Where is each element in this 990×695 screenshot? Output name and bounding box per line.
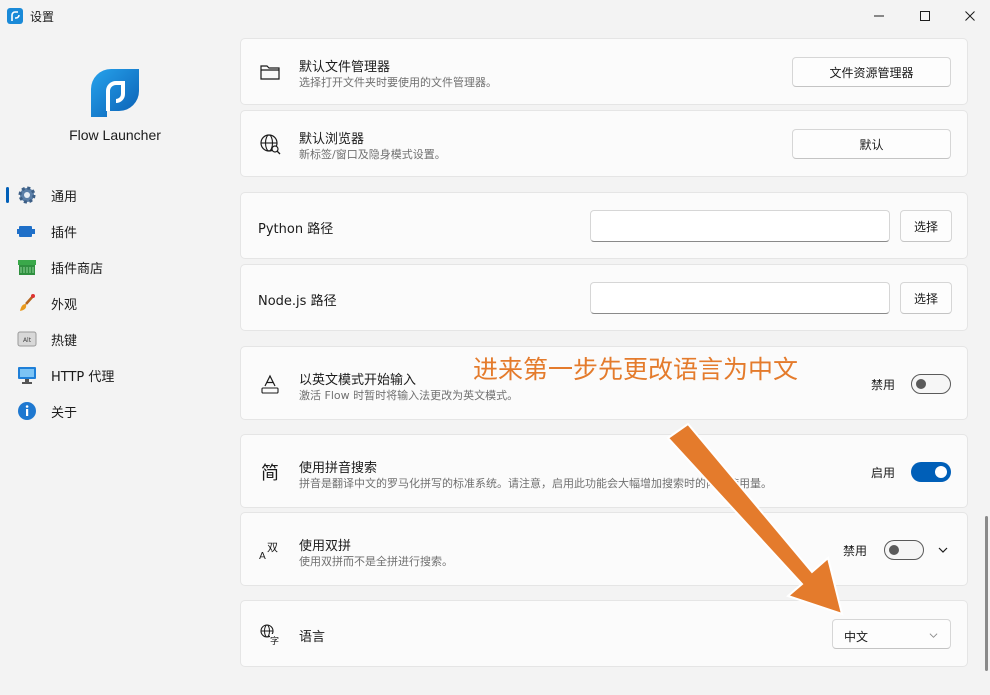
python-path-input[interactable] bbox=[590, 210, 890, 242]
setting-title: 使用拼音搜索 bbox=[299, 461, 378, 476]
close-button[interactable] bbox=[947, 0, 990, 32]
chevron-down-icon[interactable] bbox=[937, 544, 949, 556]
annotation-text: 进来第一步先更改语言为中文 bbox=[473, 355, 799, 384]
sidebar-nav: 通用 插件 插件商店 外观 Alt 热键 HTTP 代理 关于 bbox=[0, 177, 230, 429]
english-mode-toggle[interactable] bbox=[911, 374, 951, 394]
jian-char-icon: 简 bbox=[261, 463, 279, 484]
flow-launcher-logo-icon bbox=[91, 69, 139, 117]
nodejs-path-input[interactable] bbox=[590, 282, 890, 314]
nav-item-about[interactable]: 关于 bbox=[0, 393, 230, 429]
nav-label: 插件商店 bbox=[51, 261, 104, 277]
keyboard-icon: Alt bbox=[17, 329, 37, 349]
setting-label: Python 路径 bbox=[258, 222, 334, 237]
double-pinyin-toggle[interactable] bbox=[884, 540, 924, 560]
minimize-icon bbox=[874, 15, 884, 17]
nav-item-http-proxy[interactable]: HTTP 代理 bbox=[0, 357, 230, 393]
maximize-icon bbox=[920, 11, 930, 21]
globe-icon bbox=[259, 133, 281, 155]
setting-python-path: Python 路径 选择 bbox=[240, 192, 968, 259]
setting-default-browser: 默认浏览器 新标签/窗口及隐身模式设置。 默认 bbox=[240, 110, 968, 177]
setting-title: 以英文模式开始输入 bbox=[299, 373, 417, 388]
svg-text:字: 字 bbox=[270, 635, 279, 645]
app-icon bbox=[7, 8, 23, 24]
language-selected-value: 中文 bbox=[844, 630, 869, 644]
folder-icon bbox=[259, 61, 281, 83]
nav-item-appearance[interactable]: 外观 bbox=[0, 285, 230, 321]
setting-file-manager: 默认文件管理器 选择打开文件夹时要使用的文件管理器。 文件资源管理器 bbox=[240, 38, 968, 105]
setting-description: 新标签/窗口及隐身模式设置。 bbox=[299, 148, 446, 161]
shuang-char-icon: A双 bbox=[259, 539, 281, 561]
nav-label: 外观 bbox=[51, 297, 78, 313]
annotation-arrow-icon bbox=[666, 422, 844, 616]
toggle-knob bbox=[916, 379, 926, 389]
setting-nodejs-path: Node.js 路径 选择 bbox=[240, 264, 968, 331]
brand-name: Flow Launcher bbox=[69, 127, 161, 143]
setting-label: Node.js 路径 bbox=[258, 294, 337, 309]
browser-button[interactable]: 默认 bbox=[792, 129, 951, 159]
setting-title: 默认浏览器 bbox=[299, 132, 365, 147]
svg-text:Alt: Alt bbox=[23, 337, 32, 344]
nodejs-select-button[interactable]: 选择 bbox=[900, 282, 952, 314]
python-select-button[interactable]: 选择 bbox=[900, 210, 952, 242]
svg-text:双: 双 bbox=[267, 541, 278, 554]
nav-item-plugin-store[interactable]: 插件商店 bbox=[0, 249, 230, 285]
setting-description: 使用双拼而不是全拼进行搜索。 bbox=[299, 555, 453, 568]
window-title: 设置 bbox=[30, 10, 55, 24]
setting-title: 语言 bbox=[299, 630, 326, 645]
title-bar: 设置 bbox=[0, 0, 990, 32]
toggle-knob bbox=[935, 466, 947, 478]
setting-title: 默认文件管理器 bbox=[299, 60, 391, 75]
nav-label: HTTP 代理 bbox=[51, 369, 115, 385]
plugin-icon bbox=[17, 221, 37, 241]
info-icon bbox=[17, 401, 37, 421]
scrollbar[interactable] bbox=[985, 516, 988, 671]
text-a-icon bbox=[259, 373, 281, 395]
file-manager-button[interactable]: 文件资源管理器 bbox=[792, 57, 951, 87]
maximize-button[interactable] bbox=[902, 0, 948, 32]
pinyin-toggle[interactable] bbox=[911, 462, 951, 482]
nav-item-hotkeys[interactable]: Alt 热键 bbox=[0, 321, 230, 357]
toggle-knob bbox=[889, 545, 899, 555]
nav-label: 关于 bbox=[51, 405, 78, 421]
setting-description: 激活 Flow 时暂时将输入法更改为英文模式。 bbox=[299, 389, 519, 402]
nav-label: 热键 bbox=[51, 333, 78, 349]
setting-title: 使用双拼 bbox=[299, 539, 352, 554]
monitor-icon bbox=[17, 365, 37, 385]
close-icon bbox=[965, 11, 975, 21]
brush-icon bbox=[17, 293, 37, 313]
minimize-button[interactable] bbox=[856, 0, 902, 32]
nav-item-plugins[interactable]: 插件 bbox=[0, 213, 230, 249]
nav-item-general[interactable]: 通用 bbox=[0, 177, 230, 213]
translate-icon: 字 bbox=[259, 623, 281, 645]
nav-label: 插件 bbox=[51, 225, 78, 241]
svg-text:A: A bbox=[259, 551, 266, 561]
chevron-down-icon bbox=[929, 633, 938, 638]
setting-description: 选择打开文件夹时要使用的文件管理器。 bbox=[299, 76, 497, 89]
toggle-state-label: 禁用 bbox=[871, 378, 896, 392]
gear-icon bbox=[17, 185, 37, 205]
store-icon bbox=[17, 257, 37, 277]
nav-label: 通用 bbox=[51, 189, 78, 205]
